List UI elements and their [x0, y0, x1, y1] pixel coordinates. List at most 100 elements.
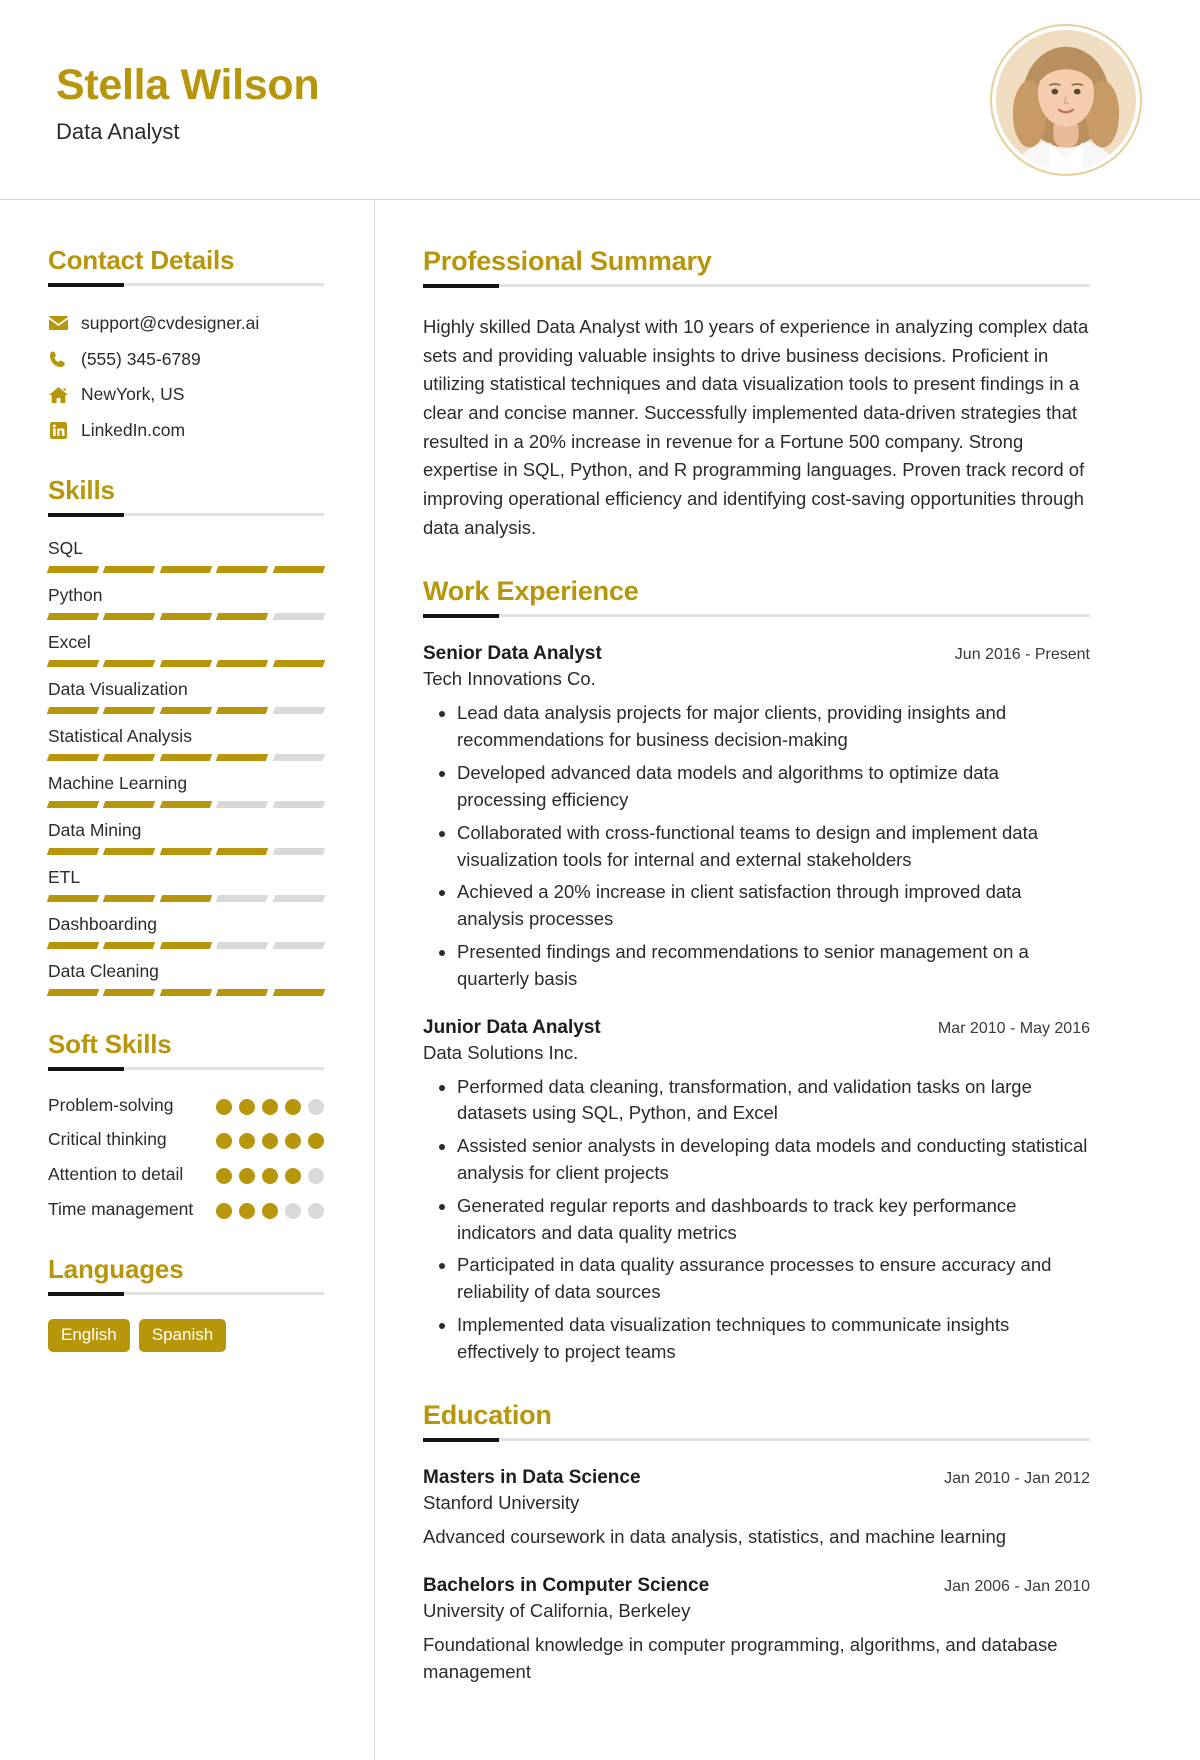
section-divider — [423, 284, 1090, 289]
section-divider — [48, 282, 324, 287]
profile-photo — [996, 29, 1136, 170]
skill-name: Data Visualization — [48, 678, 188, 699]
skill-segment — [103, 659, 157, 667]
skill-level-bar — [46, 847, 326, 855]
professional-summary-text: Highly skilled Data Analyst with 10 year… — [423, 316, 1089, 538]
section-education: Education Masters in Data Science Jan 20… — [423, 1400, 1090, 1686]
contact-item-linkedin[interactable]: LinkedIn.com — [48, 419, 324, 442]
skills-heading: Skills — [48, 474, 115, 505]
skill-segment — [46, 894, 100, 902]
skill-segment — [215, 800, 269, 808]
soft-skill-rating — [216, 1094, 324, 1115]
languages-heading: Languages — [48, 1254, 184, 1285]
section-work-experience: Work Experience Senior Data Analyst Jun … — [423, 576, 1090, 1365]
education-institution: University of California, Berkeley — [423, 1599, 691, 1621]
education-heading: Education — [423, 1399, 552, 1430]
avatar — [990, 23, 1142, 176]
education-entry-header: Bachelors in Computer Science Jan 2006 -… — [423, 1575, 1090, 1597]
rating-dot — [262, 1167, 278, 1184]
skill-segment — [272, 847, 326, 855]
skill-segment — [159, 941, 213, 949]
skill-segment — [103, 894, 157, 902]
soft-skill-item: Attention to detail — [48, 1163, 324, 1187]
sidebar: Contact Details support@cvdesigner.ai (5… — [0, 200, 375, 1760]
skill-segment — [272, 800, 326, 808]
rating-dot — [308, 1167, 324, 1184]
skill-item: Dashboarding — [46, 913, 326, 949]
skill-segment — [215, 988, 269, 996]
experience-company: Data Solutions Inc. — [423, 1041, 579, 1063]
skill-name: Python — [48, 584, 103, 605]
soft-skill-item: Time management — [48, 1198, 324, 1222]
rating-dot — [239, 1202, 255, 1219]
section-divider — [48, 1292, 324, 1297]
section-professional-summary: Professional Summary Highly skilled Data… — [423, 246, 1090, 542]
contact-item-email[interactable]: support@cvdesigner.ai — [48, 312, 324, 335]
linkedin-icon — [48, 422, 68, 440]
skill-segment — [215, 706, 269, 714]
rating-dot — [262, 1133, 278, 1150]
skill-segment — [272, 988, 326, 996]
language-pill[interactable]: English — [48, 1319, 130, 1353]
rating-dot — [239, 1167, 255, 1184]
candidate-job-title: Data Analyst — [56, 118, 180, 144]
candidate-name: Stella Wilson — [56, 61, 320, 110]
soft-skill-item: Problem-solving — [48, 1094, 324, 1118]
language-pill[interactable]: Spanish — [138, 1319, 227, 1353]
experience-bullet: Achieved a 20% increase in client satisf… — [457, 879, 1090, 933]
section-soft-skills: Soft Skills Problem-solving Critical thi… — [48, 1029, 324, 1222]
skill-level-bar — [46, 659, 326, 667]
experience-list: Senior Data Analyst Jun 2016 - Present T… — [423, 643, 1090, 1365]
skill-segment — [215, 659, 269, 667]
rating-dot — [239, 1133, 255, 1150]
envelope-icon — [48, 316, 68, 331]
skill-segment — [159, 988, 213, 996]
skill-segment — [159, 894, 213, 902]
experience-bullet-list: Lead data analysis projects for major cl… — [423, 700, 1090, 992]
section-skills: Skills SQL Python Excel Data Visualizati… — [46, 474, 326, 996]
experience-bullet: Performed data cleaning, transformation,… — [457, 1074, 1090, 1128]
rating-dot — [285, 1167, 301, 1184]
skill-name: SQL — [48, 537, 84, 558]
contact-linkedin-value: LinkedIn.com — [81, 420, 186, 441]
education-description: Advanced coursework in data analysis, st… — [423, 1525, 1007, 1547]
skill-level-bar — [46, 800, 326, 808]
skill-segment — [103, 847, 157, 855]
skill-level-bar — [46, 706, 326, 714]
soft-skill-name: Problem-solving — [48, 1094, 174, 1115]
skill-item: Data Cleaning — [46, 961, 326, 996]
skill-segment — [159, 706, 213, 714]
contact-item-location[interactable]: NewYork, US — [48, 383, 324, 406]
skill-segment — [46, 941, 100, 949]
contact-item-phone[interactable]: (555) 345-6789 — [48, 348, 324, 371]
skill-segment — [103, 941, 157, 949]
experience-entry: Junior Data Analyst Mar 2010 - May 2016 … — [423, 1017, 1090, 1366]
section-contact-details: Contact Details support@cvdesigner.ai (5… — [48, 245, 324, 442]
skill-segment — [103, 800, 157, 808]
soft-skill-rating — [216, 1163, 324, 1184]
soft-skill-rating — [216, 1198, 324, 1219]
skill-list: SQL Python Excel Data Visualization Stat… — [46, 537, 326, 996]
experience-job-title: Junior Data Analyst — [423, 1016, 601, 1038]
experience-bullet: Presented findings and recommendations t… — [457, 939, 1090, 993]
rating-dot — [216, 1133, 232, 1150]
resume-body: Contact Details support@cvdesigner.ai (5… — [0, 200, 1200, 1760]
skill-name: Data Mining — [48, 819, 142, 840]
skill-segment — [46, 659, 100, 667]
home-icon — [48, 386, 68, 403]
experience-date-range: Mar 2010 - May 2016 — [937, 1019, 1090, 1037]
rating-dot — [308, 1098, 324, 1115]
education-entry-header: Masters in Data Science Jan 2010 - Jan 2… — [423, 1467, 1090, 1489]
skill-name: Machine Learning — [48, 772, 188, 793]
skill-segment — [215, 894, 269, 902]
skill-item: Python — [46, 584, 326, 620]
skill-name: Dashboarding — [48, 913, 157, 934]
skill-name: ETL — [48, 866, 81, 887]
education-list: Masters in Data Science Jan 2010 - Jan 2… — [423, 1467, 1090, 1686]
skill-segment — [103, 565, 157, 573]
skill-segment — [159, 847, 213, 855]
rating-dot — [216, 1167, 232, 1184]
contact-details-heading: Contact Details — [48, 245, 235, 275]
skill-item: Data Mining — [46, 819, 326, 855]
rating-dot — [285, 1098, 301, 1115]
